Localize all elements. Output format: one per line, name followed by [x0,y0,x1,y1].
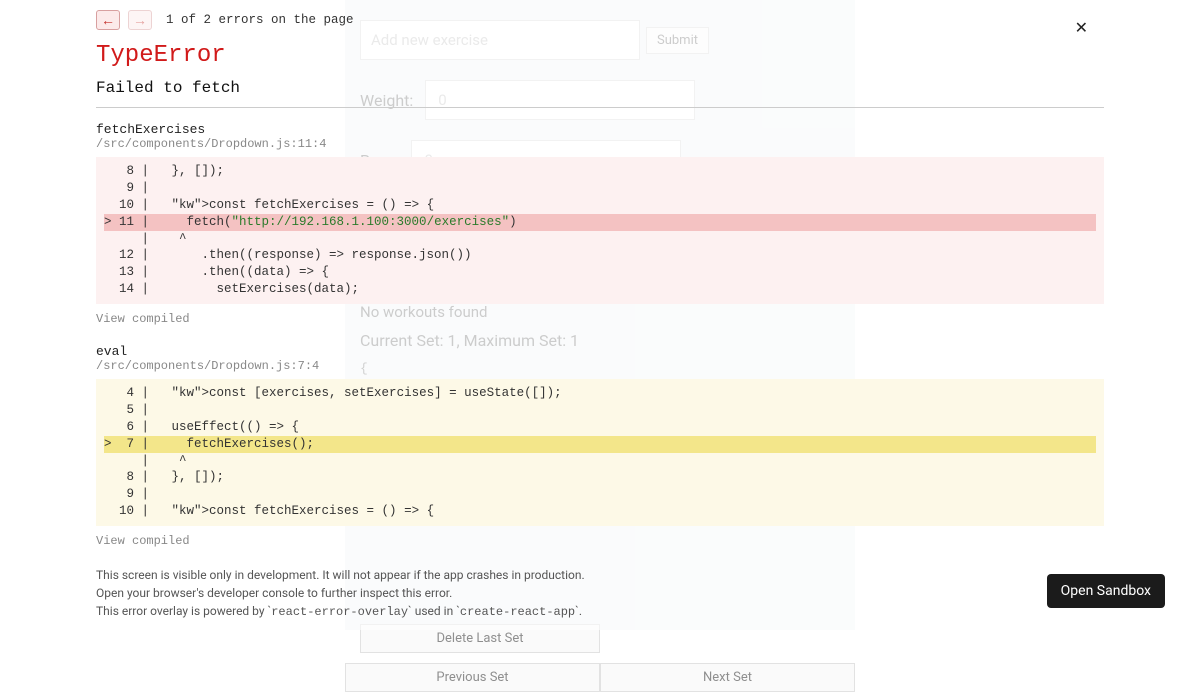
view-compiled-link-2[interactable]: View compiled [96,534,1104,548]
footer-line-1: This screen is visible only in developme… [96,566,1104,584]
error-count-text: 1 of 2 errors on the page [166,13,354,27]
arrow-left-icon: ← [101,12,115,29]
overlay-footer: This screen is visible only in developme… [96,566,1104,621]
next-error-button[interactable]: → [128,10,152,30]
footer-line-3: This error overlay is powered by `react-… [96,602,1104,621]
stack-frame-fn: fetchExercises [96,122,1104,137]
close-icon[interactable]: ✕ [1075,18,1088,37]
stack-frame-loc-2: /src/components/Dropdown.js:7:4 [96,359,1104,373]
previous-set-button[interactable]: Previous Set [345,663,600,692]
error-type: TypeError [96,42,1104,69]
arrow-right-icon: → [133,12,147,29]
code-snippet-2: 4 | "kw">const [exercises, setExercises]… [96,379,1104,526]
error-panel: ← → 1 of 2 errors on the page TypeError … [96,10,1104,621]
stack-frame-fn-2: eval [96,344,1104,359]
prev-error-button[interactable]: ← [96,10,120,30]
footer-line-2: Open your browser's developer console to… [96,584,1104,602]
next-set-button[interactable]: Next Set [600,663,855,692]
open-sandbox-button[interactable]: Open Sandbox [1047,574,1165,608]
stack-frame-loc: /src/components/Dropdown.js:11:4 [96,137,1104,151]
delete-last-set-button[interactable]: Delete Last Set [360,624,600,653]
error-message: Failed to fetch [96,79,1104,97]
code-snippet-1: 8 | }, []); 9 | 10 | "kw">const fetchExe… [96,157,1104,304]
divider [96,107,1104,108]
view-compiled-link[interactable]: View compiled [96,312,1104,326]
